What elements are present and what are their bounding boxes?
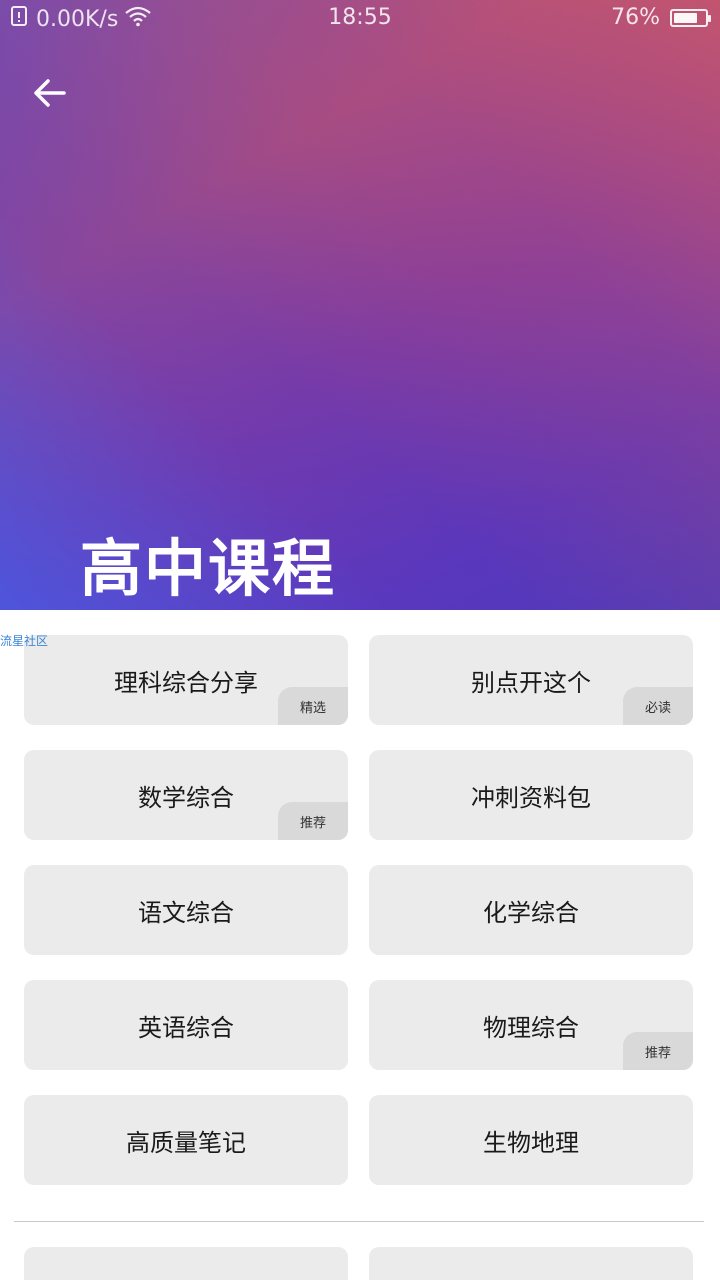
page-title: 高中课程 [80,532,337,605]
course-card-chemistry[interactable]: 化学综合 [369,865,693,955]
watermark-text: 流星社区 [0,634,49,648]
card-label: 化学综合 [483,898,579,927]
status-bar: 0.00K/s 18:55 76% [0,0,720,38]
card-badge: 精选 [278,687,348,725]
card-label: 冲刺资料包 [471,783,591,812]
course-card-math[interactable]: 数学综合 推荐 [24,750,348,840]
card-label: 英语综合 [138,1013,234,1042]
course-card-notes[interactable]: 高质量笔记 [24,1095,348,1185]
card-label: 生物地理 [483,1128,579,1157]
battery-percent: 76% [611,5,660,30]
card-label: 高质量笔记 [126,1128,246,1157]
course-card-physics[interactable]: 物理综合 推荐 [369,980,693,1070]
course-card-sprint-pack[interactable]: 冲刺资料包 [369,750,693,840]
battery-fill [674,12,697,23]
course-card-english[interactable]: 英语综合 [24,980,348,1070]
card-badge: 推荐 [278,802,348,840]
course-card-partial[interactable] [24,1247,348,1280]
arrow-left-icon [28,79,72,120]
battery-icon [670,8,711,27]
back-button[interactable] [28,72,72,116]
course-card-science-share[interactable]: 理科综合分享 精选 [24,635,348,725]
card-label: 语文综合 [138,898,234,927]
course-card-partial[interactable] [369,1247,693,1280]
course-card-biology-geography[interactable]: 生物地理 [369,1095,693,1185]
course-card-chinese[interactable]: 语文综合 [24,865,348,955]
section-divider [14,1221,704,1222]
course-card-dont-open[interactable]: 别点开这个 必读 [369,635,693,725]
card-badge: 推荐 [623,1032,693,1070]
card-badge: 必读 [623,687,693,725]
